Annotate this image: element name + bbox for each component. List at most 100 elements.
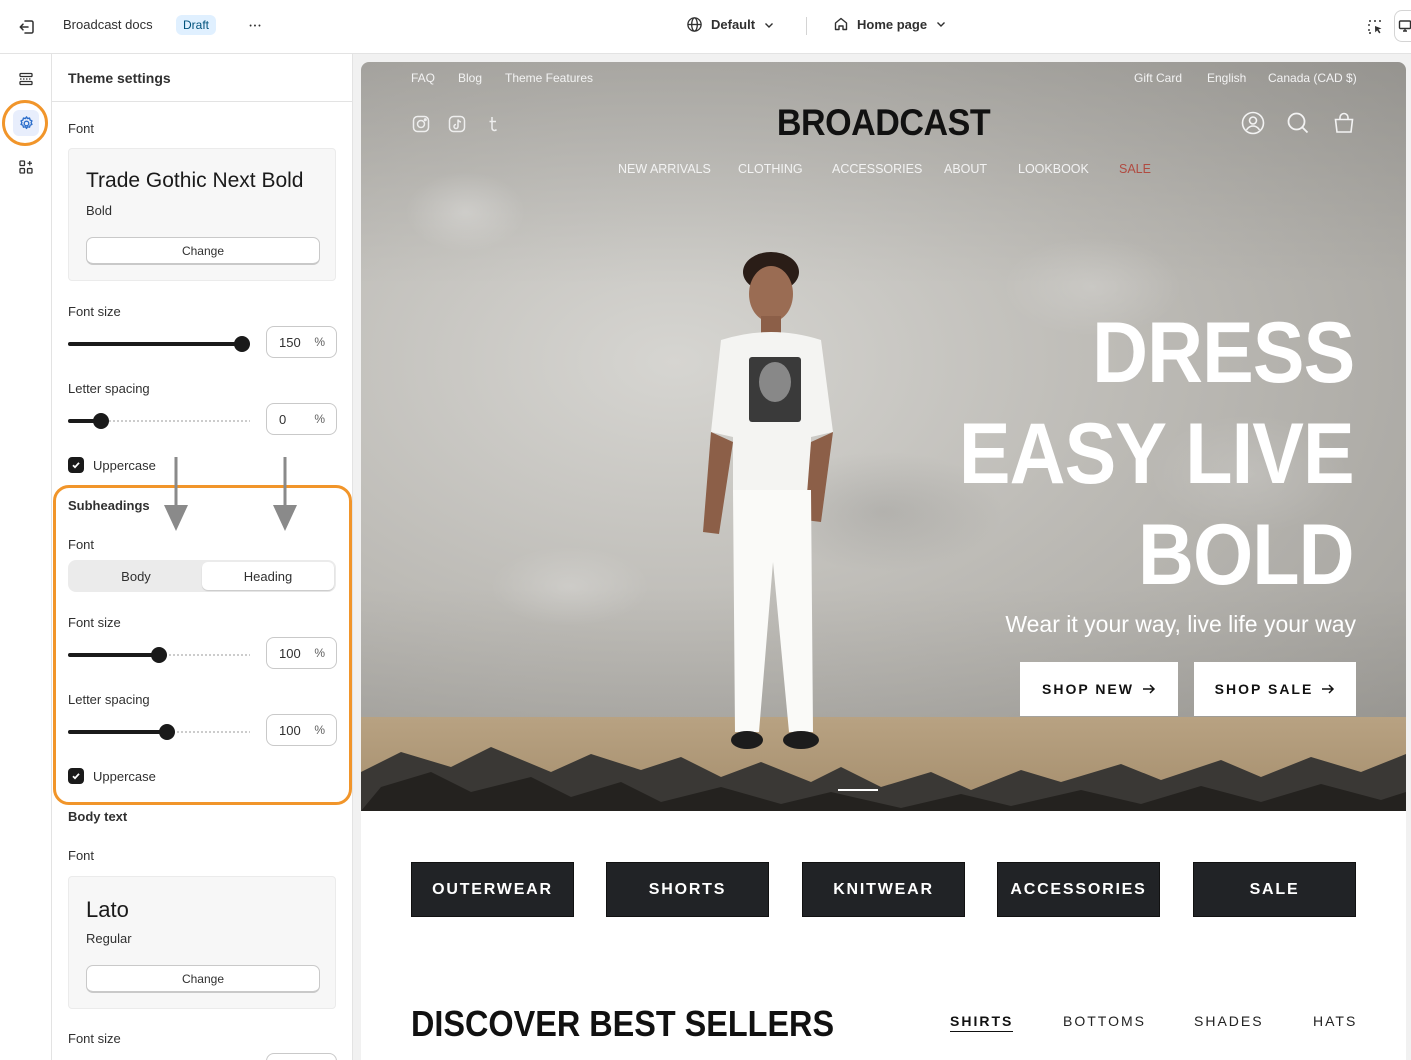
gear-icon: [19, 115, 33, 129]
theme-settings-button[interactable]: [13, 110, 39, 136]
exit-icon: [19, 20, 34, 34]
font-label: Font: [68, 537, 95, 552]
slider-thumb[interactable]: [92, 413, 109, 429]
sections-icon: [19, 72, 33, 86]
util-link-faq[interactable]: FAQ: [411, 71, 435, 85]
nav-lookbook[interactable]: LOOKBOOK: [1018, 162, 1089, 176]
category-shorts-button[interactable]: SHORTS: [606, 862, 769, 917]
tab-shirts[interactable]: SHIRTS: [950, 1013, 1014, 1032]
hero-model-image: [703, 252, 833, 749]
arrow-down-icon: [164, 457, 188, 531]
nav-about[interactable]: ABOUT: [944, 162, 987, 176]
panel-title: Theme settings: [52, 54, 352, 102]
percent-unit: %: [314, 646, 325, 660]
theme-select[interactable]: Default: [686, 16, 775, 33]
letter-spacing-value: 100: [279, 723, 301, 738]
shop-sale-button[interactable]: SHOP SALE: [1194, 662, 1356, 716]
language-selector[interactable]: English: [1207, 71, 1246, 85]
category-sale-button[interactable]: SALE: [1193, 862, 1356, 917]
subheadings-heading: Subheadings: [68, 498, 150, 513]
uppercase-label: Uppercase: [93, 457, 156, 473]
font-size-label: Font size: [68, 615, 121, 630]
search-icon[interactable]: [1285, 110, 1311, 136]
hero-heading-line: EASY LIVE: [959, 406, 1355, 502]
slider-thumb[interactable]: [151, 647, 167, 663]
font-size-slider[interactable]: [68, 336, 250, 352]
slider-thumb[interactable]: [159, 724, 176, 740]
apps-button[interactable]: [13, 154, 39, 180]
shop-sale-label: SHOP SALE: [1214, 681, 1314, 697]
checkbox-checked[interactable]: [68, 768, 84, 784]
subheading-letter-spacing-slider[interactable]: [68, 724, 250, 740]
font-style: Bold: [86, 203, 113, 218]
globe-icon: [687, 17, 702, 32]
editor-topbar: Broadcast docs Draft ••• Default Home pa…: [0, 0, 1411, 54]
subheading-font-size-input[interactable]: 100 %: [266, 637, 337, 669]
font-size-input[interactable]: 150 %: [266, 326, 337, 358]
store-logo[interactable]: BROADCAST: [403, 102, 1364, 144]
tab-bottoms[interactable]: BOTTOMS: [1063, 1013, 1146, 1029]
topbar-divider: [806, 17, 807, 35]
uppercase-label: Uppercase: [93, 768, 156, 784]
nav-sale[interactable]: SALE: [1119, 162, 1151, 176]
storefront-preview: FAQ Blog Theme Features Gift Card Englis…: [361, 62, 1406, 1060]
exit-editor-button[interactable]: [14, 14, 40, 40]
percent-unit: %: [314, 335, 325, 349]
shop-new-button[interactable]: SHOP NEW: [1020, 662, 1178, 716]
page-select[interactable]: Home page: [833, 16, 947, 32]
percent-unit: %: [314, 723, 325, 737]
font-name: Lato: [86, 897, 129, 922]
change-font-button[interactable]: Change: [86, 237, 320, 265]
util-link-gift-card[interactable]: Gift Card: [1134, 71, 1182, 85]
category-outerwear-button[interactable]: OUTERWEAR: [411, 862, 574, 917]
heading-option[interactable]: Heading: [202, 562, 334, 590]
change-font-button[interactable]: Change: [86, 965, 320, 993]
subheading-uppercase-checkbox[interactable]: Uppercase: [68, 768, 156, 784]
hero-subtitle: Wear it your way, live life your way: [1005, 611, 1356, 637]
currency-selector[interactable]: Canada (CAD $): [1268, 71, 1357, 85]
body-font-size-input[interactable]: [266, 1053, 337, 1060]
subheading-letter-spacing-input[interactable]: 100 %: [266, 714, 337, 746]
body-option[interactable]: Body: [70, 562, 202, 590]
nav-clothing[interactable]: CLOTHING: [738, 162, 803, 176]
letter-spacing-slider[interactable]: [68, 413, 250, 429]
more-actions-button[interactable]: •••: [244, 14, 268, 38]
tab-shades[interactable]: SHADES: [1194, 1013, 1264, 1029]
arrow-right-icon: [1322, 684, 1335, 694]
font-label: Font: [68, 121, 95, 136]
tab-hats[interactable]: HATS: [1313, 1013, 1357, 1029]
nav-accessories[interactable]: ACCESSORIES: [832, 162, 922, 176]
category-knitwear-button[interactable]: KNITWEAR: [802, 862, 965, 917]
sections-button[interactable]: [13, 66, 39, 92]
font-size-value: 100: [279, 646, 301, 661]
font-size-label: Font size: [68, 304, 121, 319]
arrow-down-icon: [273, 457, 297, 531]
check-icon: [72, 773, 80, 780]
category-accessories-button[interactable]: ACCESSORIES: [997, 862, 1160, 917]
inspector-button[interactable]: [1364, 16, 1386, 38]
font-size-label: Font size: [68, 1031, 121, 1046]
hero-heading-line: BOLD: [1138, 507, 1355, 603]
arrow-right-icon: [1142, 684, 1156, 694]
slider-thumb[interactable]: [234, 336, 250, 352]
letter-spacing-label: Letter spacing: [68, 381, 150, 396]
editor-icon-rail: [0, 54, 52, 1060]
percent-unit: %: [314, 412, 325, 426]
letter-spacing-input[interactable]: 0 %: [266, 403, 337, 435]
font-size-value: 150: [279, 335, 301, 350]
checkbox-checked[interactable]: [68, 457, 84, 473]
nav-new-arrivals[interactable]: NEW ARRIVALS: [618, 162, 711, 176]
slideshow-indicator[interactable]: [838, 789, 878, 791]
store-name: Broadcast docs: [63, 17, 153, 32]
device-preview-button[interactable]: [1394, 10, 1411, 42]
letter-spacing-label: Letter spacing: [68, 692, 150, 707]
page-select-label: Home page: [857, 16, 928, 32]
util-link-blog[interactable]: Blog: [458, 71, 482, 85]
account-icon[interactable]: [1240, 110, 1266, 136]
subheading-font-size-slider[interactable]: [68, 647, 250, 663]
cart-icon[interactable]: [1331, 110, 1357, 136]
letter-spacing-value: 0: [279, 412, 287, 427]
util-link-theme-features[interactable]: Theme Features: [505, 71, 593, 85]
hero-banner: FAQ Blog Theme Features Gift Card Englis…: [361, 62, 1406, 811]
uppercase-checkbox[interactable]: Uppercase: [68, 457, 156, 473]
